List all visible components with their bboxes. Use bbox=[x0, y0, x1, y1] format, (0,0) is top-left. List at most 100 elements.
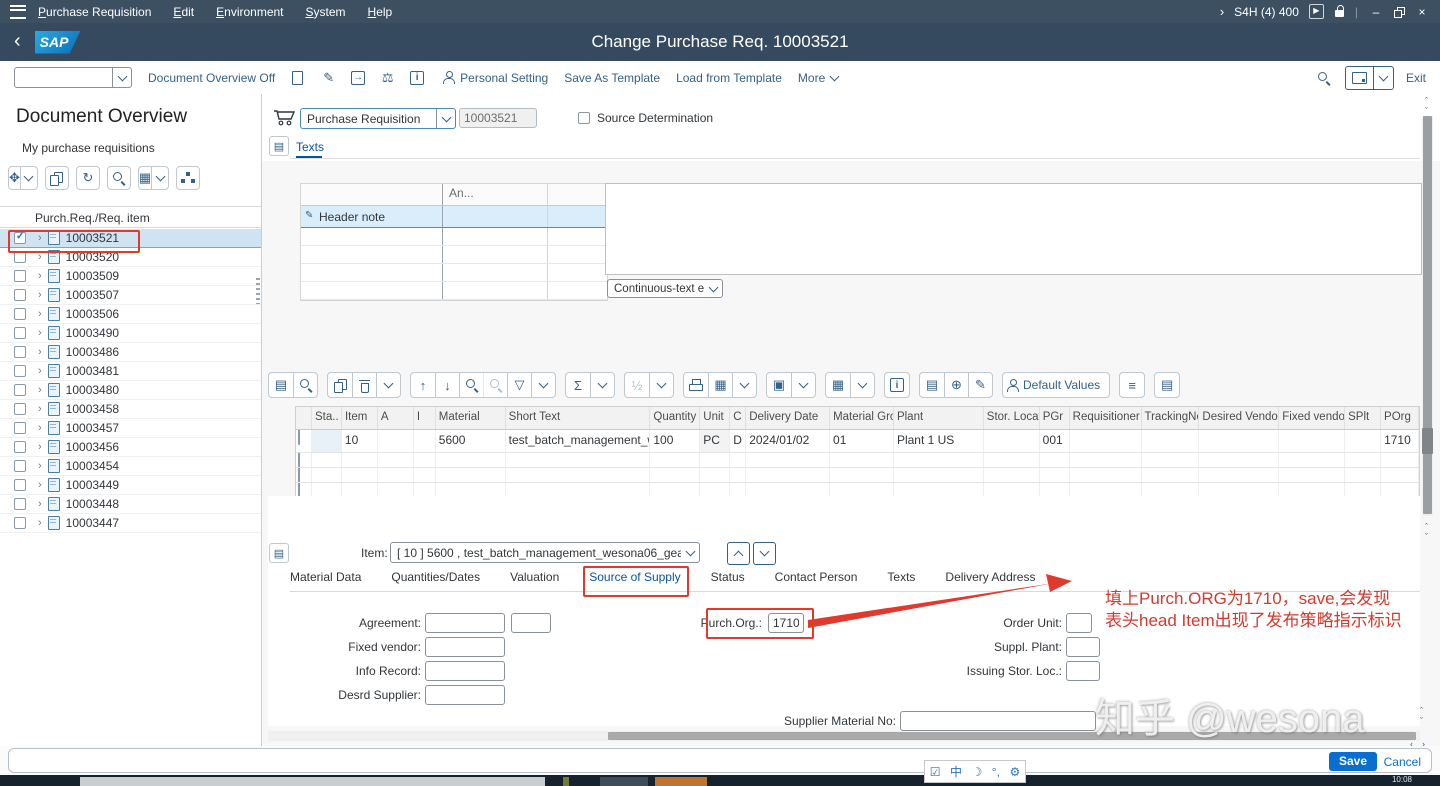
document-number-field[interactable] bbox=[459, 108, 537, 128]
item-cell[interactable] bbox=[730, 468, 746, 482]
item-cell[interactable] bbox=[1279, 483, 1345, 497]
item-cell[interactable] bbox=[700, 468, 730, 482]
item-cell[interactable] bbox=[1040, 453, 1070, 467]
tab-source-of-supply[interactable]: Source of Supply bbox=[589, 570, 680, 591]
chevron-down-icon[interactable] bbox=[649, 373, 673, 397]
item-cell[interactable] bbox=[1142, 468, 1200, 482]
refresh-button[interactable]: ↻ bbox=[76, 166, 100, 190]
item-cell[interactable] bbox=[830, 483, 894, 497]
pr-number[interactable]: 10003521 bbox=[66, 231, 119, 245]
info-record-field[interactable] bbox=[425, 661, 505, 681]
item-cell[interactable] bbox=[746, 468, 830, 482]
row-checkbox[interactable] bbox=[14, 365, 26, 377]
chevron-down-icon[interactable] bbox=[1373, 67, 1393, 89]
header-note-row[interactable]: ✎Header note bbox=[301, 206, 607, 228]
menu-item-purchase-requisition[interactable]: Purchase Requisition bbox=[38, 5, 151, 19]
chevron-down-icon[interactable] bbox=[151, 167, 168, 189]
column-header[interactable]: Requisitioner bbox=[1070, 407, 1142, 429]
column-header[interactable]: Fixed vendor bbox=[1279, 407, 1345, 429]
item-cell[interactable] bbox=[1199, 468, 1279, 482]
pr-number[interactable]: 10003486 bbox=[66, 345, 119, 359]
item-cell[interactable] bbox=[1040, 483, 1070, 497]
pr-number[interactable]: 10003506 bbox=[66, 307, 119, 321]
item-cell[interactable] bbox=[1345, 468, 1381, 482]
expand-row-icon[interactable]: › bbox=[38, 365, 42, 377]
suppl-plant-field[interactable] bbox=[1066, 637, 1100, 657]
expand-row-icon[interactable]: › bbox=[38, 517, 42, 529]
tab-status[interactable]: Status bbox=[711, 570, 745, 591]
sum-icon[interactable]: Σ bbox=[566, 373, 590, 397]
hierarchy-button[interactable] bbox=[176, 166, 200, 190]
agreement-field[interactable] bbox=[425, 613, 505, 633]
item-select[interactable]: [ 10 ] 5600 , test_batch_management_weso… bbox=[390, 542, 700, 563]
item-cell[interactable] bbox=[378, 453, 414, 467]
column-header[interactable]: Short Text bbox=[506, 407, 651, 429]
expand-row-icon[interactable]: › bbox=[38, 441, 42, 453]
item-cell[interactable] bbox=[342, 453, 378, 467]
pr-number[interactable]: 10003509 bbox=[66, 269, 119, 283]
chevron-down-icon[interactable] bbox=[704, 280, 722, 297]
item-cell[interactable] bbox=[506, 468, 651, 482]
chevron-down-icon[interactable] bbox=[732, 373, 756, 397]
pr-list-row[interactable]: › 10003457 bbox=[0, 419, 261, 438]
item-cell[interactable] bbox=[650, 483, 700, 497]
column-header[interactable]: Item bbox=[342, 407, 378, 429]
item-cell[interactable]: 5600 bbox=[436, 430, 506, 452]
item-cell[interactable] bbox=[436, 483, 506, 497]
item-cell[interactable] bbox=[1070, 483, 1142, 497]
expand-row-icon[interactable]: › bbox=[38, 460, 42, 472]
close-button[interactable]: × bbox=[1414, 5, 1430, 19]
column-header[interactable]: Unit bbox=[700, 407, 730, 429]
item-cell[interactable] bbox=[342, 483, 378, 497]
column-header[interactable]: Material bbox=[436, 407, 506, 429]
item-cell[interactable] bbox=[1345, 483, 1381, 497]
chevron-down-icon[interactable] bbox=[850, 373, 874, 397]
item-cell[interactable] bbox=[700, 453, 730, 467]
item-cell[interactable] bbox=[894, 453, 984, 467]
ime-punctuation-icon[interactable]: °, bbox=[992, 765, 1000, 779]
expand-row-icon[interactable]: › bbox=[38, 422, 42, 434]
item-cell[interactable]: 100 bbox=[650, 430, 700, 452]
table-layout-button[interactable]: ▦ bbox=[138, 166, 169, 190]
item-cell[interactable] bbox=[1070, 468, 1142, 482]
expand-row-icon[interactable]: › bbox=[38, 308, 42, 320]
column-header[interactable]: Delivery Date bbox=[746, 407, 830, 429]
pr-number[interactable]: 10003520 bbox=[66, 250, 119, 264]
copy-to-icon[interactable]: ▣ bbox=[767, 373, 791, 397]
search-icon[interactable] bbox=[1317, 71, 1331, 85]
row-checkbox[interactable] bbox=[14, 289, 26, 301]
item-cell[interactable] bbox=[1070, 430, 1142, 452]
status-message-bar[interactable]: Save Cancel bbox=[8, 748, 1432, 773]
item-cell[interactable] bbox=[746, 453, 830, 467]
agreement-item-field[interactable] bbox=[511, 613, 551, 633]
pr-number[interactable]: 10003457 bbox=[66, 421, 119, 435]
expand-row-icon[interactable]: › bbox=[38, 232, 42, 244]
pr-number[interactable]: 10003458 bbox=[66, 402, 119, 416]
other-document-icon[interactable]: → bbox=[351, 71, 365, 85]
texts-col-header[interactable]: An... bbox=[443, 184, 548, 205]
item-cell[interactable] bbox=[506, 483, 651, 497]
text-row-empty[interactable] bbox=[301, 282, 607, 300]
info-icon[interactable]: i bbox=[410, 71, 424, 85]
item-cell[interactable] bbox=[650, 453, 700, 467]
chevron-down-icon[interactable] bbox=[791, 373, 815, 397]
ime-toolbar[interactable]: ☑中☽°,⚙ bbox=[924, 760, 1026, 783]
collapse-header-icon[interactable]: ▤ bbox=[269, 136, 289, 156]
item-cell[interactable] bbox=[746, 483, 830, 497]
text-row-empty[interactable] bbox=[301, 246, 607, 264]
item-cell[interactable]: PC bbox=[700, 430, 730, 452]
item-cell[interactable] bbox=[1345, 453, 1381, 467]
item-cell[interactable] bbox=[984, 483, 1040, 497]
more-button[interactable]: More bbox=[798, 71, 838, 85]
header-note-textarea[interactable] bbox=[605, 183, 1422, 275]
pr-list-row[interactable]: ›10003520 bbox=[0, 248, 261, 267]
pr-number[interactable]: 10003507 bbox=[66, 288, 119, 302]
sort-ascending-icon[interactable]: ↑ bbox=[411, 373, 435, 397]
taskbar-app-icon[interactable] bbox=[600, 777, 648, 786]
expand-row-icon[interactable]: › bbox=[38, 346, 42, 358]
item-cell[interactable] bbox=[1070, 453, 1142, 467]
expand-row-icon[interactable]: › bbox=[38, 270, 42, 282]
item-cell[interactable] bbox=[414, 468, 436, 482]
text-row-empty[interactable] bbox=[301, 264, 607, 282]
item-cell[interactable]: D bbox=[730, 430, 746, 452]
